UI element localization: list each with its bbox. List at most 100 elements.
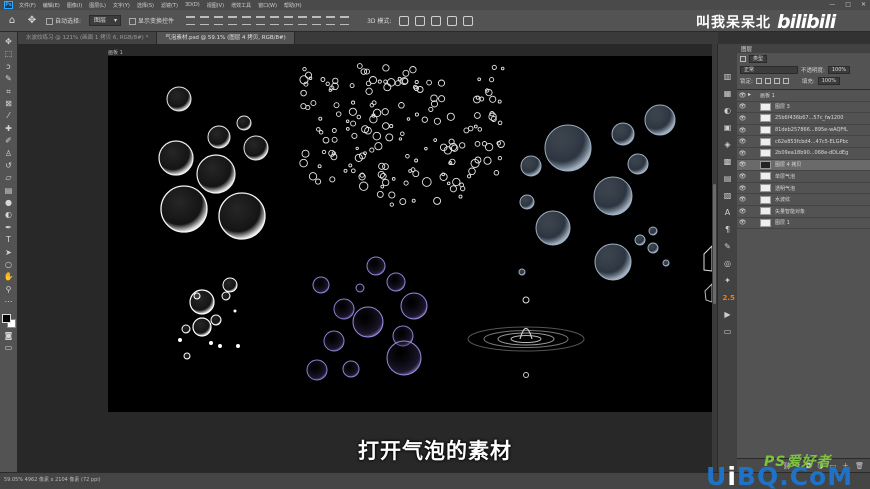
visibility-eye-icon[interactable]: 👁 xyxy=(737,92,748,99)
scrollbar-thumb[interactable] xyxy=(713,184,716,304)
blur-tool-icon[interactable]: ● xyxy=(3,198,14,207)
libraries-icon[interactable]: ▣ xyxy=(723,123,733,133)
crop-tool-icon[interactable]: ⌗ xyxy=(3,87,14,96)
brush-tool-icon[interactable]: ✐ xyxy=(3,136,14,145)
menu-image[interactable]: 图像(I) xyxy=(67,2,82,9)
distribute-vcenter-icon[interactable] xyxy=(284,16,294,25)
close-button[interactable]: ✕ xyxy=(861,1,866,8)
distribute-bottom-icon[interactable] xyxy=(298,16,308,25)
transform-controls-checkbox[interactable]: 显示变换控件 xyxy=(129,16,174,25)
gradients-icon[interactable]: ▤ xyxy=(723,174,733,184)
document-canvas[interactable] xyxy=(108,56,712,412)
visibility-eye-icon[interactable]: 👁 xyxy=(737,219,748,226)
maximize-button[interactable]: □ xyxy=(845,1,851,8)
type-tool-icon[interactable]: T xyxy=(3,235,14,244)
visibility-eye-icon[interactable]: 👁 xyxy=(737,173,748,180)
3d-orbit-icon[interactable] xyxy=(399,15,410,26)
align-vcenter-icon[interactable] xyxy=(200,16,210,25)
menu-view[interactable]: 视图(V) xyxy=(207,2,224,9)
visibility-eye-icon[interactable]: 👁 xyxy=(737,115,748,122)
menu-window[interactable]: 窗口(W) xyxy=(258,2,277,9)
color-icon[interactable]: ◈ xyxy=(723,140,733,150)
marquee-tool-icon[interactable]: ⬚ xyxy=(3,49,14,58)
layer-row-artboard[interactable]: 👁 ▸ 画板 1 xyxy=(737,90,870,102)
healing-brush-tool-icon[interactable]: ✚ xyxy=(3,124,14,133)
fill-input[interactable]: 100% xyxy=(817,76,841,85)
layers-panel-tab[interactable]: 图层 xyxy=(737,44,870,53)
menu-filter[interactable]: 滤镜(T) xyxy=(161,2,178,9)
clone-stamp-tool-icon[interactable]: ♙ xyxy=(3,149,14,158)
align-top-icon[interactable] xyxy=(186,16,196,25)
align-bottom-icon[interactable] xyxy=(214,16,224,25)
history-brush-tool-icon[interactable]: ↺ xyxy=(3,161,14,170)
3d-scale-icon[interactable] xyxy=(463,15,474,26)
dodge-tool-icon[interactable]: ◐ xyxy=(3,210,14,219)
lock-transparency-icon[interactable] xyxy=(755,77,762,84)
distribute-hcenter-icon[interactable] xyxy=(326,16,336,25)
3d-slide-icon[interactable] xyxy=(447,15,458,26)
patterns-icon[interactable]: ▧ xyxy=(723,191,733,201)
visibility-eye-icon[interactable]: 👁 xyxy=(737,127,748,134)
auto-select-dropdown[interactable]: 图层 xyxy=(89,15,122,26)
hand-tool-icon[interactable]: ✋ xyxy=(3,272,14,281)
visibility-eye-icon[interactable]: 👁 xyxy=(737,138,748,145)
quick-mask-icon[interactable]: ◙ xyxy=(3,331,14,340)
layer-row[interactable]: 👁 c62e853fcbd4...47c5-ELGPbc xyxy=(737,136,870,148)
pen-tool-icon[interactable]: ✒ xyxy=(3,223,14,232)
plugin-badge-icon[interactable]: 2.5 xyxy=(723,293,735,303)
visibility-eye-icon[interactable]: 👁 xyxy=(737,196,748,203)
menu-3d[interactable]: 3D(D) xyxy=(185,2,200,8)
properties-icon[interactable]: ▦ xyxy=(723,89,733,99)
align-left-icon[interactable] xyxy=(228,16,238,25)
lasso-tool-icon[interactable]: ↄ xyxy=(3,62,14,71)
gradient-tool-icon[interactable]: ▤ xyxy=(3,186,14,195)
layer-row[interactable]: 👁 透明气泡 xyxy=(737,183,870,195)
path-select-tool-icon[interactable]: ➤ xyxy=(3,248,14,257)
auto-select-checkbox[interactable]: 自动选择: xyxy=(46,16,81,25)
menu-type[interactable]: 文字(Y) xyxy=(113,2,130,9)
menu-plugins[interactable]: 增效工具 xyxy=(231,2,251,9)
move-tool-icon[interactable]: ✥ xyxy=(3,37,14,46)
shape-tool-icon[interactable]: ○ xyxy=(3,260,14,269)
foreground-color-swatch[interactable] xyxy=(1,313,11,323)
more-tools-icon[interactable]: ⋯ xyxy=(3,297,14,306)
paragraph-icon[interactable]: ¶ xyxy=(723,225,733,235)
screen-mode-icon[interactable]: ▭ xyxy=(3,343,14,352)
brushes-icon[interactable]: ✎ xyxy=(723,242,733,252)
glyphs-icon[interactable]: ▭ xyxy=(723,327,733,337)
adjustments-icon[interactable]: ◐ xyxy=(723,106,733,116)
layer-row-selected[interactable]: 👁 图层 4 拷贝 xyxy=(737,159,870,172)
menu-edit[interactable]: 编辑(E) xyxy=(43,2,60,9)
layer-row[interactable]: 👁 单层气泡 xyxy=(737,171,870,183)
visibility-eye-icon[interactable]: 👁 xyxy=(737,185,748,192)
lock-position-icon[interactable] xyxy=(773,77,780,84)
distribute-left-icon[interactable] xyxy=(312,16,322,25)
menu-select[interactable]: 选择(S) xyxy=(137,2,154,9)
lock-all-icon[interactable] xyxy=(782,77,789,84)
3d-pan-icon[interactable] xyxy=(431,15,442,26)
paths-icon[interactable]: ✦ xyxy=(723,276,733,286)
frame-tool-icon[interactable]: ⊠ xyxy=(3,99,14,108)
lock-pixels-icon[interactable] xyxy=(764,77,771,84)
layer-row[interactable]: 👁 图层 3 xyxy=(737,102,870,114)
channels-icon[interactable]: ◎ xyxy=(723,259,733,269)
home-icon[interactable]: ⌂ xyxy=(6,15,18,27)
move-tool-icon[interactable]: ✥ xyxy=(26,15,38,27)
visibility-eye-icon[interactable]: 👁 xyxy=(737,103,748,110)
visibility-eye-icon[interactable]: 👁 xyxy=(737,208,748,215)
layer-row[interactable]: 👁 81deb257866...895e-wAQFfL xyxy=(737,125,870,137)
align-hcenter-icon[interactable] xyxy=(242,16,252,25)
layer-row[interactable]: 👁 矢量智能对象 xyxy=(737,206,870,218)
minimize-button[interactable]: — xyxy=(829,1,835,8)
visibility-eye-icon[interactable]: 👁 xyxy=(737,150,748,157)
layer-row[interactable]: 👁 2b09ea18b90...068e-dDLdEg xyxy=(737,148,870,160)
eraser-tool-icon[interactable]: ▱ xyxy=(3,173,14,182)
eyedropper-tool-icon[interactable]: ⁄ xyxy=(3,111,14,120)
menu-help[interactable]: 帮助(H) xyxy=(284,2,302,9)
visibility-eye-icon[interactable]: 👁 xyxy=(737,161,748,168)
align-right-icon[interactable] xyxy=(256,16,266,25)
blend-mode-select[interactable]: 正常 xyxy=(740,65,798,74)
history-icon[interactable]: ▥ xyxy=(723,72,733,82)
distribute-top-icon[interactable] xyxy=(270,16,280,25)
layer-row[interactable]: 👁 水波纹 xyxy=(737,194,870,206)
